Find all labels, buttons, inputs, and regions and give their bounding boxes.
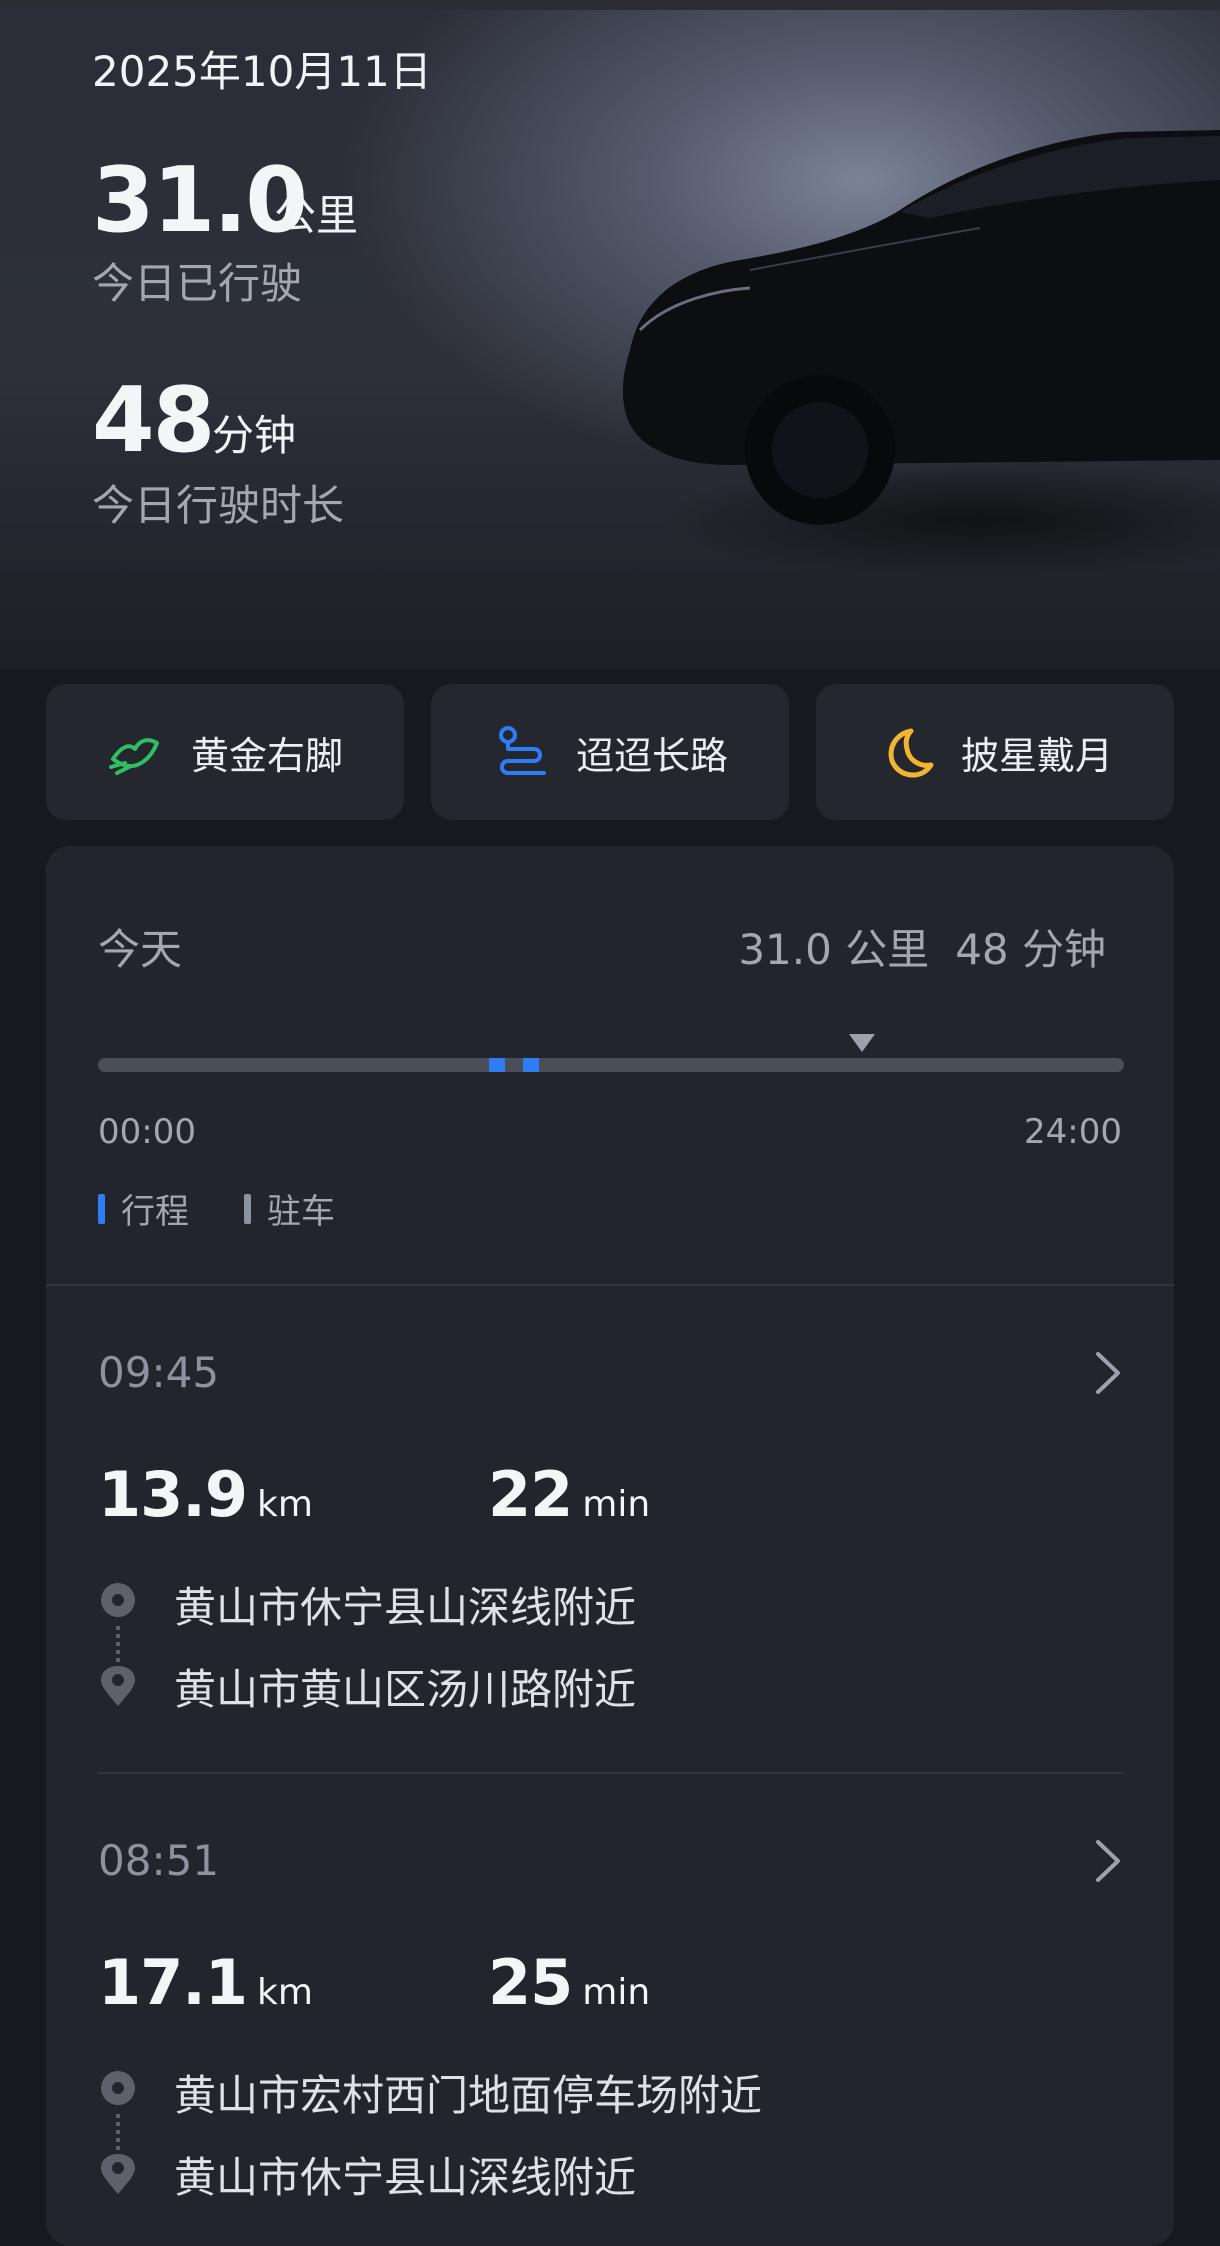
car-silhouette-image <box>622 130 1220 580</box>
summary-stats: 31.0 公里 48 分钟 <box>712 916 1106 977</box>
legend-trip: 行程 <box>98 1184 189 1233</box>
current-time-marker <box>849 1034 875 1052</box>
timeline-end: 24:00 <box>1024 1112 1122 1152</box>
duration-label: 今日行驶时长 <box>92 481 345 530</box>
trip-card: 今天 31.0 公里 48 分钟 00:00 24:00 行程 驻车 09:45 … <box>46 846 1174 2246</box>
trip-date: 2025年10月11日 <box>92 47 432 96</box>
summary-distance: 31.0 公里 <box>738 925 930 974</box>
trip-to-location: 黄山市休宁县山深线附近 <box>174 2153 637 2202</box>
legend-trip-swatch <box>98 1193 105 1224</box>
moon-icon <box>888 728 934 778</box>
hero-banner: 2025年10月11日 31.0 公里 今日已行驶 48 分钟 今日行驶时长 <box>0 10 1220 670</box>
summary-label: 今天 <box>98 925 183 974</box>
trip-duration: 25 min <box>488 1946 650 2019</box>
legend-parking: 驻车 <box>244 1184 335 1233</box>
duration-value: 48 <box>92 368 215 473</box>
trip-start-time: 09:45 <box>98 1348 220 1397</box>
timeline-bar[interactable] <box>98 1058 1124 1072</box>
legend-trip-label: 行程 <box>121 1192 189 1232</box>
trip-duration-value: 25 <box>488 1946 573 2019</box>
trip-distance: 17.1 km <box>98 1946 313 2019</box>
long-road-icon <box>498 726 546 775</box>
badge-label: 披星戴月 <box>960 733 1113 778</box>
trip-from-location: 黄山市休宁县山深线附近 <box>174 1583 637 1632</box>
chevron-right-icon[interactable] <box>1090 1348 1124 1398</box>
distance-label: 今日已行驶 <box>92 259 303 308</box>
trip-start-time: 08:51 <box>98 1836 220 1885</box>
trip-distance-unit: km <box>256 1484 313 1525</box>
timeline-trip-segment <box>489 1058 505 1072</box>
trip-duration-unit: min <box>582 1972 651 2013</box>
trip-distance-unit: km <box>256 1972 313 2013</box>
trip-duration: 22 min <box>488 1458 650 1531</box>
chevron-right-icon[interactable] <box>1090 1836 1124 1886</box>
timeline-trip-segment <box>523 1058 539 1072</box>
end-location-icon <box>101 2154 135 2194</box>
legend-parking-label: 驻车 <box>267 1192 335 1232</box>
trip-distance-value: 13.9 <box>98 1458 248 1531</box>
route-connector <box>116 2114 120 2154</box>
golden-foot-icon <box>108 738 159 775</box>
distance-unit: 公里 <box>274 191 359 240</box>
badge-moon[interactable]: 披星戴月 <box>816 684 1174 820</box>
start-location-icon <box>101 2071 135 2105</box>
legend-parking-swatch <box>244 1193 251 1224</box>
section-divider <box>46 1284 1174 1286</box>
timeline-start: 00:00 <box>98 1112 196 1152</box>
badge-label: 黄金右脚 <box>190 733 343 778</box>
trip-from-location: 黄山市宏村西门地面停车场附近 <box>174 2071 763 2120</box>
badge-long-road[interactable]: 迢迢长路 <box>431 684 789 820</box>
status-strip <box>0 0 1220 10</box>
badge-golden-foot[interactable]: 黄金右脚 <box>46 684 404 820</box>
end-location-icon <box>101 1666 135 1706</box>
summary-duration: 48 分钟 <box>955 925 1106 974</box>
start-location-icon <box>101 1583 135 1617</box>
badge-label: 迢迢长路 <box>575 733 728 778</box>
trip-duration-unit: min <box>582 1484 651 1525</box>
trip-duration-value: 22 <box>488 1458 573 1531</box>
duration-unit: 分钟 <box>212 411 297 460</box>
trip-to-location: 黄山市黄山区汤川路附近 <box>174 1665 637 1714</box>
trip-divider <box>98 1772 1124 1774</box>
trip-distance: 13.9 km <box>98 1458 313 1531</box>
trip-distance-value: 17.1 <box>98 1946 248 2019</box>
route-connector <box>116 1626 120 1666</box>
